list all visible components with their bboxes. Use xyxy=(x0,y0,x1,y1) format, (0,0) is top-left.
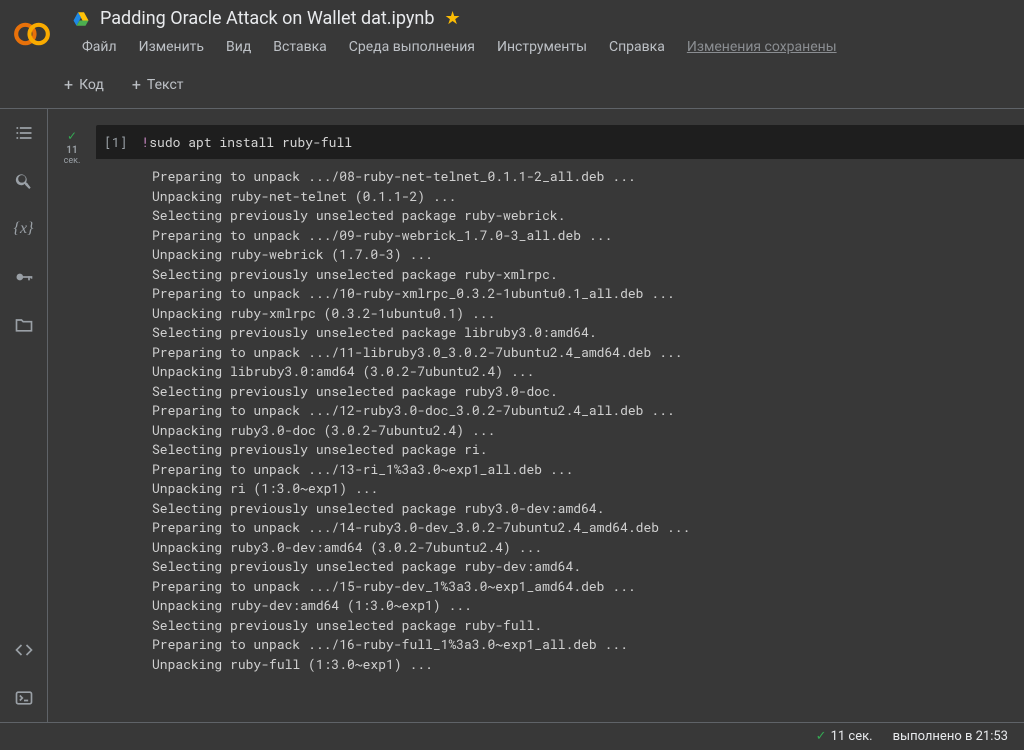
header-content: Padding Oracle Attack on Wallet dat.ipyn… xyxy=(72,8,1012,61)
code-cell: ✓ 11 сек. [1] !sudo apt install ruby-ful… xyxy=(48,125,1024,674)
toc-icon[interactable] xyxy=(12,121,36,145)
code-input[interactable]: [1] !sudo apt install ruby-full xyxy=(96,125,1024,159)
variables-icon[interactable]: {x} xyxy=(12,217,36,241)
main-area: {x} ✓ 11 сек. [1] !sudo apt install ruby… xyxy=(0,108,1024,722)
code-text: !sudo apt install ruby-full xyxy=(141,133,352,151)
plus-icon: + xyxy=(64,75,73,94)
cell-gutter: ✓ 11 сек. xyxy=(48,125,96,674)
add-code-label: Код xyxy=(79,77,104,93)
drive-icon xyxy=(72,10,90,28)
cell-number: [1] xyxy=(96,133,141,151)
exec-time: 11 xyxy=(66,145,77,156)
title-row: Padding Oracle Attack on Wallet dat.ipyn… xyxy=(72,8,1012,29)
menu-runtime[interactable]: Среда выполнения xyxy=(339,33,485,61)
menu-edit[interactable]: Изменить xyxy=(129,33,214,61)
star-icon[interactable]: ★ xyxy=(444,8,460,29)
search-icon[interactable] xyxy=(12,169,36,193)
menu-file[interactable]: Файл xyxy=(72,33,127,61)
add-text-button[interactable]: + Текст xyxy=(122,69,194,100)
menu-help[interactable]: Справка xyxy=(599,33,675,61)
check-icon: ✓ xyxy=(67,129,77,143)
save-status[interactable]: Изменения сохранены xyxy=(677,33,847,61)
status-check-icon: ✓ xyxy=(816,729,827,744)
status-completed: выполнено в 21:53 xyxy=(893,729,1008,744)
files-icon[interactable] xyxy=(12,313,36,337)
top-bar: Padding Oracle Attack on Wallet dat.ipyn… xyxy=(0,0,1024,61)
menu-view[interactable]: Вид xyxy=(216,33,261,61)
add-code-button[interactable]: + Код xyxy=(54,69,114,100)
toolbar: + Код + Текст xyxy=(48,61,1024,108)
notebook-title[interactable]: Padding Oracle Attack on Wallet dat.ipyn… xyxy=(100,8,434,29)
cell-body: [1] !sudo apt install ruby-full Preparin… xyxy=(96,125,1024,674)
add-text-label: Текст xyxy=(147,77,184,93)
status-bar: ✓11 сек. выполнено в 21:53 xyxy=(0,722,1024,750)
exec-unit: сек. xyxy=(64,156,81,166)
left-sidebar: {x} xyxy=(0,109,48,722)
code-snippets-icon[interactable] xyxy=(12,638,36,662)
secrets-icon[interactable] xyxy=(12,265,36,289)
status-time: ✓11 сек. xyxy=(816,729,873,744)
menu-tools[interactable]: Инструменты xyxy=(487,33,597,61)
menu-bar: Файл Изменить Вид Вставка Среда выполнен… xyxy=(72,33,1012,61)
terminal-icon[interactable] xyxy=(12,686,36,710)
plus-icon: + xyxy=(132,75,141,94)
colab-logo-icon[interactable] xyxy=(12,14,52,54)
menu-insert[interactable]: Вставка xyxy=(263,33,336,61)
cell-output: Preparing to unpack .../08-ruby-net-teln… xyxy=(96,159,1024,674)
notebook-content[interactable]: ✓ 11 сек. [1] !sudo apt install ruby-ful… xyxy=(48,109,1024,722)
